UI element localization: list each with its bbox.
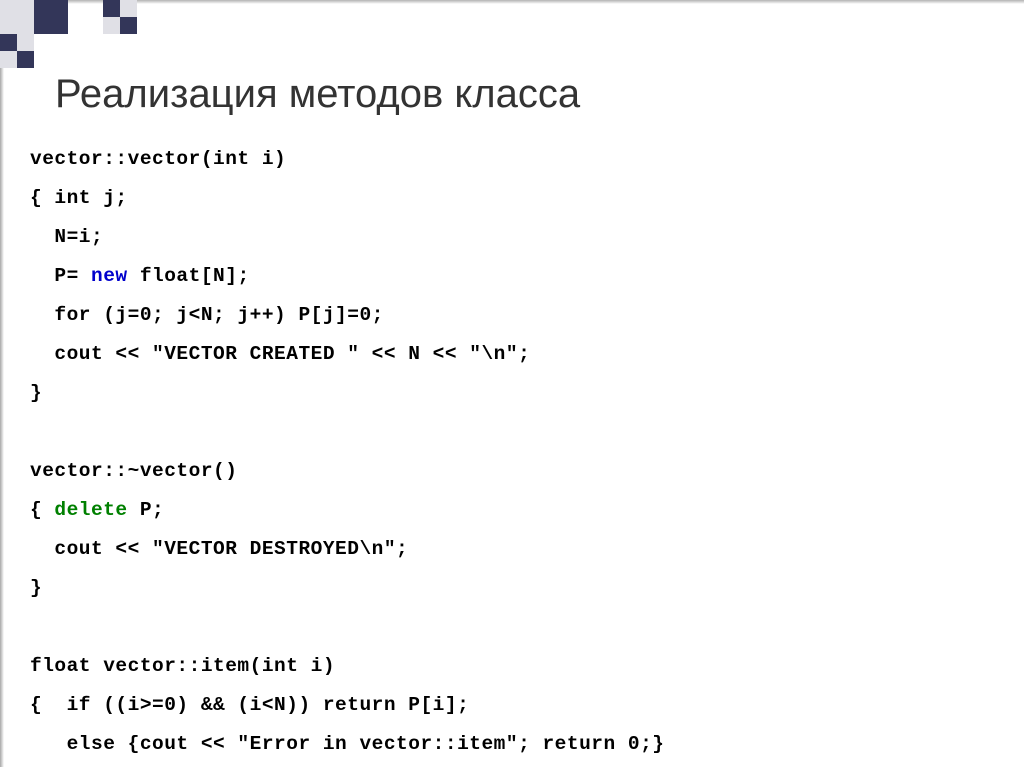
code-text: float vector::item(int i): [30, 655, 335, 677]
code-text: cout << "VECTOR CREATED " << N << "\n";: [30, 343, 530, 365]
code-text: [30, 304, 54, 326]
code-text: N=i;: [30, 226, 103, 248]
code-text: vector::~vector(): [30, 460, 237, 482]
code-text: }: [30, 382, 42, 404]
left-shadow: [0, 0, 4, 767]
code-text: cout << "VECTOR DESTROYED\n";: [30, 538, 408, 560]
code-text: { if ((i>=0) && (i<N)): [30, 694, 323, 716]
keyword-delete: delete: [54, 499, 127, 521]
deco-square: [17, 51, 34, 68]
code-text: vector::vector(int i): [30, 148, 286, 170]
code-text: float[N];: [128, 265, 250, 287]
slide: Реализация методов класса vector::vector…: [0, 0, 1024, 767]
top-shadow: [0, 0, 1024, 4]
deco-square: [103, 0, 120, 17]
code-text: {: [30, 499, 54, 521]
code-text: }: [30, 577, 42, 599]
code-text: (j=0; j<N; j++) P[j]=0;: [91, 304, 384, 326]
code-pre: vector::vector(int i) { int j; N=i; P= n…: [30, 140, 994, 767]
code-block: vector::vector(int i) { int j; N=i; P= n…: [30, 140, 994, 767]
deco-square: [0, 0, 34, 34]
keyword-new: new: [91, 265, 128, 287]
code-text: P[i];: [396, 694, 469, 716]
deco-square: [0, 34, 17, 51]
code-text: else {cout << "Error in vector::item";: [30, 733, 542, 755]
code-text: 0;}: [616, 733, 665, 755]
keyword-for: for: [54, 304, 91, 326]
code-text: { int j;: [30, 187, 128, 209]
corner-decoration: [0, 0, 150, 60]
code-text: P;: [128, 499, 165, 521]
code-text: P=: [30, 265, 91, 287]
deco-square: [34, 0, 68, 34]
deco-square: [103, 17, 120, 34]
deco-square: [120, 0, 137, 17]
deco-square: [0, 51, 17, 68]
deco-square: [120, 17, 137, 34]
slide-title: Реализация методов класса: [55, 72, 580, 117]
keyword-return: return: [542, 733, 615, 755]
keyword-return: return: [323, 694, 396, 716]
deco-square: [17, 34, 34, 51]
